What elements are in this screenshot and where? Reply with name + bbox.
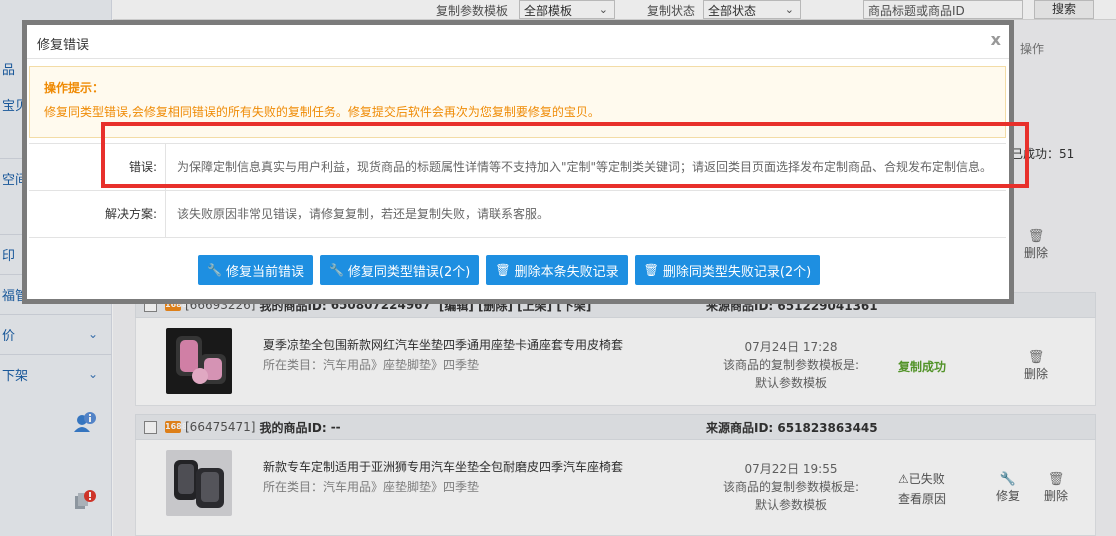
dialog-title: 修复错误 <box>37 38 90 53</box>
repair-same-type-button[interactable]: 🔧 修复同类型错误(2个) <box>319 255 480 285</box>
solution-row: 解决方案: 该失败原因非常见错误，请修复复制，若还是复制失败，请联系客服。 <box>29 191 1006 238</box>
dialog-actions: 🔧 修复当前错误 🔧 修复同类型错误(2个) 🗑 删除本条失败记录 🗑 删除同类型失败记… <box>198 255 821 285</box>
wrench-icon: 🔧 <box>207 263 222 277</box>
dialog-header: 修复错误 x <box>27 25 1009 59</box>
wrench-icon: 🔧 <box>328 263 344 277</box>
delete-same-type-records-button[interactable]: 🗑 删除同类型失败记录(2个) <box>634 255 821 285</box>
solution-label: 解决方案: <box>29 191 166 238</box>
trash-icon: 🗑 <box>643 263 659 277</box>
tip-text: 修复同类型错误,会修复相同错误的所有失败的复制任务。修复提交后软件会再次为您复制… <box>44 105 600 119</box>
solution-text: 该失败原因非常见错误，请修复复制，若还是复制失败，请联系客服。 <box>177 207 550 221</box>
highlight-box <box>101 122 1029 188</box>
repair-current-button[interactable]: 🔧 修复当前错误 <box>198 255 313 285</box>
delete-current-record-button[interactable]: 🗑 删除本条失败记录 <box>486 255 628 285</box>
close-icon[interactable]: x <box>991 30 1001 49</box>
trash-icon: 🗑 <box>495 263 511 277</box>
tip-title: 操作提示： <box>44 81 105 95</box>
